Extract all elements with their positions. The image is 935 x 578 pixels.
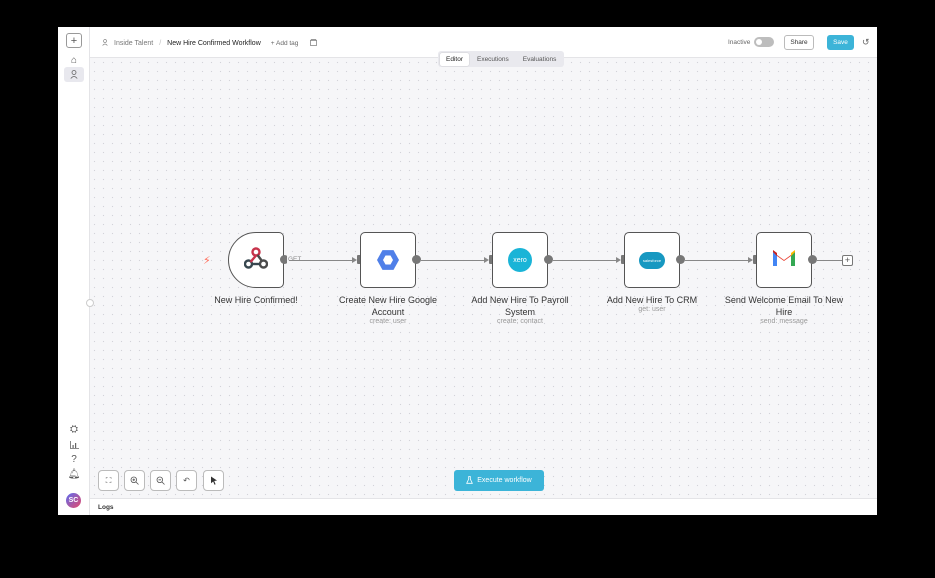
connection-line[interactable] (421, 260, 484, 261)
workflow-canvas[interactable]: ⚡︎ GET New Hire Confirmed! (86, 58, 877, 498)
output-port[interactable] (808, 255, 817, 264)
active-toggle[interactable] (754, 37, 774, 47)
zoom-in-icon (130, 476, 139, 485)
history-icon[interactable]: ↺ (862, 37, 870, 48)
breadcrumb-project[interactable]: Inside Talent (114, 40, 153, 47)
node-subtitle: create: contact (497, 318, 543, 325)
gmail-icon (771, 248, 797, 273)
insights-icon[interactable] (64, 437, 84, 452)
logs-label: Logs (98, 504, 114, 511)
output-port[interactable] (544, 255, 553, 264)
connection-line[interactable] (289, 260, 352, 261)
avatar[interactable]: SC (66, 493, 81, 508)
add-icon[interactable]: + (66, 33, 82, 48)
tab-evaluations[interactable]: Evaluations (517, 53, 563, 66)
webhook-icon (243, 246, 269, 274)
undo-button[interactable]: ↶ (176, 470, 197, 491)
view-tabs: Editor Executions Evaluations (438, 51, 565, 67)
node-subtitle: create: user (369, 318, 407, 325)
node-label: Add New Hire To CRM (606, 295, 698, 305)
connection-line[interactable] (817, 260, 842, 261)
flask-icon (466, 475, 474, 486)
node-label: Create New Hire Google Account (338, 295, 438, 317)
trigger-bolt-icon: ⚡︎ (203, 255, 211, 267)
google-workspace-icon (377, 250, 399, 270)
node-gmail[interactable] (756, 232, 812, 288)
logs-panel[interactable]: Logs (90, 498, 877, 515)
node-google-workspace[interactable] (360, 232, 416, 288)
xero-icon: xero (508, 248, 532, 272)
breadcrumb-separator: / (159, 40, 162, 47)
node-label: New Hire Confirmed! (214, 295, 298, 305)
salesforce-icon: salesforce (639, 251, 665, 269)
node-xero[interactable]: xero (492, 232, 548, 288)
cursor-button[interactable] (203, 470, 224, 491)
person-icon[interactable] (64, 67, 84, 82)
node-subtitle: get: user (638, 306, 666, 313)
node-salesforce[interactable]: salesforce (624, 232, 680, 288)
add-tag-button[interactable]: + Add tag (271, 40, 299, 47)
notification-bell-icon[interactable]: 🔔︎ (64, 467, 84, 482)
execute-workflow-button[interactable]: Execute workflow (454, 470, 544, 491)
zoom-in-button[interactable] (124, 470, 145, 491)
sidebar-collapse-handle[interactable] (86, 299, 94, 307)
home-icon[interactable]: ⌂ (64, 53, 84, 68)
templates-icon[interactable]: ⛭ (64, 422, 84, 437)
add-node-button[interactable]: + (842, 255, 853, 266)
node-label: Add New Hire To Payroll System (471, 295, 569, 317)
connection-line[interactable] (553, 260, 616, 261)
workflow-name[interactable]: New Hire Confirmed Workflow (167, 40, 261, 47)
status-label: Inactive (728, 39, 751, 46)
save-button[interactable]: Save (827, 35, 854, 50)
output-port[interactable] (412, 255, 421, 264)
tab-executions[interactable]: Executions (471, 53, 515, 66)
tab-editor[interactable]: Editor (440, 52, 469, 66)
app-window: + ⌂ ⛭ ? 🔔︎ SC Inside Talent / New Hire C… (58, 27, 877, 515)
connection-line[interactable] (685, 260, 748, 261)
fit-view-button[interactable]: ⛶ (98, 470, 119, 491)
cursor-icon (210, 476, 217, 485)
zoom-out-icon (156, 476, 165, 485)
execute-label: Execute workflow (477, 477, 532, 484)
help-icon[interactable]: ? (64, 452, 84, 467)
node-label: Send Welcome Email To New Hire (724, 295, 844, 317)
project-person-icon (102, 39, 108, 48)
output-port[interactable] (676, 255, 685, 264)
share-button[interactable]: Share (784, 35, 814, 50)
archive-icon[interactable] (310, 39, 318, 48)
zoom-out-button[interactable] (150, 470, 171, 491)
node-webhook-trigger[interactable] (228, 232, 284, 288)
left-sidebar: + ⌂ ⛭ ? 🔔︎ SC (58, 27, 90, 515)
breadcrumb: Inside Talent / New Hire Confirmed Workf… (102, 39, 318, 48)
node-subtitle: send: message (760, 318, 808, 325)
